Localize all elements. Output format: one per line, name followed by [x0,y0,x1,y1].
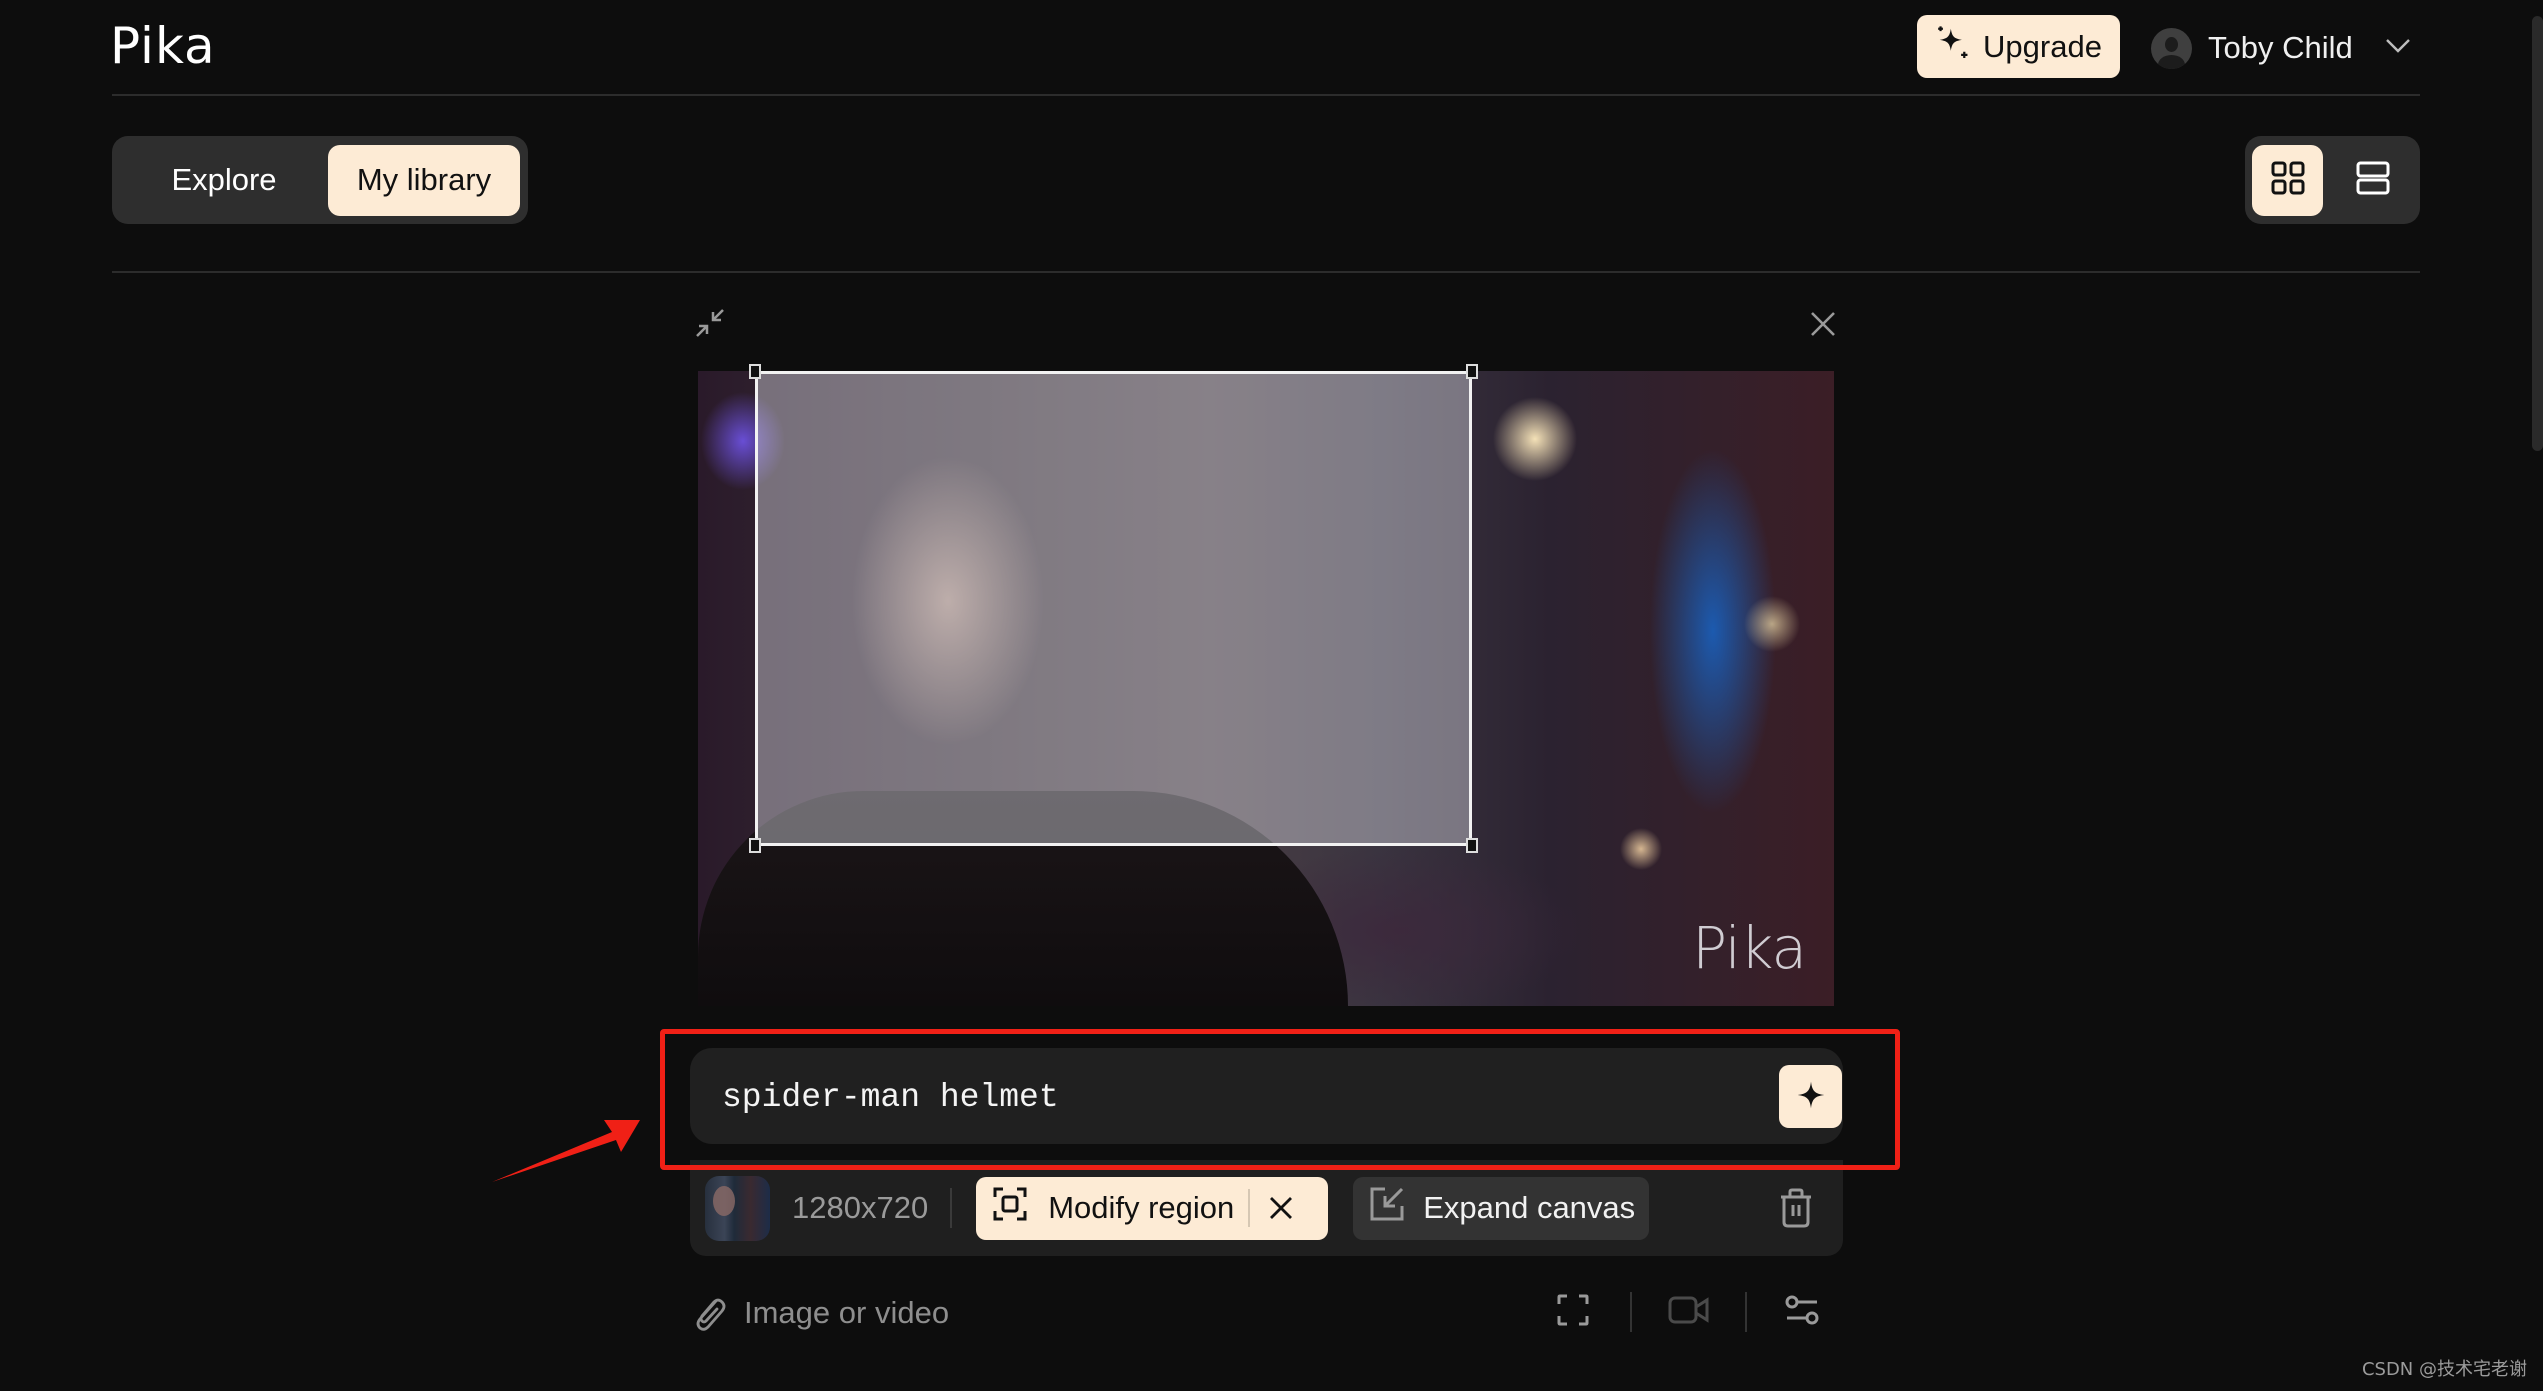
modify-region-label: Modify region [1048,1190,1235,1225]
close-button[interactable] [1805,308,1841,344]
frame-corners-icon [1556,1293,1590,1332]
modify-region-button[interactable]: Modify region [976,1176,1329,1240]
selection-handle-top-left[interactable] [749,364,761,379]
settings-button[interactable] [1784,1294,1820,1330]
chevron-down-icon [2385,38,2411,59]
action-separator [1630,1292,1632,1332]
annotation-arrow-icon [490,1110,640,1190]
sparkle-icon [1795,1079,1827,1114]
remove-modify-region-button[interactable] [1268,1195,1294,1221]
close-icon [1809,310,1837,343]
sparkles-icon [1935,24,1973,70]
region-selection[interactable] [755,371,1472,846]
tab-explore[interactable]: Explore [120,145,328,216]
action-separator [1745,1292,1747,1332]
pika-logo[interactable]: Pika [110,18,216,74]
attach-image-or-video[interactable]: Image or video [744,1295,949,1331]
sliders-icon [1785,1295,1819,1330]
modify-separator [1248,1189,1251,1227]
minimize-icon [692,305,728,346]
expand-icon [1369,1186,1405,1230]
close-icon [1270,1197,1293,1219]
user-avatar-icon [2151,27,2192,69]
trash-icon [1779,1188,1813,1233]
expand-canvas-label: Expand canvas [1423,1190,1636,1225]
library-tabs: Explore My library [112,136,528,224]
collapse-button[interactable] [690,305,730,345]
upgrade-button[interactable]: Upgrade [1917,15,2120,78]
grid-icon [2271,161,2305,200]
selection-handle-bottom-right[interactable] [1466,838,1478,853]
grid-view-button[interactable] [2252,144,2323,216]
delete-button[interactable] [1779,1188,1813,1233]
image-watermark: Pika [1692,914,1807,982]
toolbar-separator [950,1188,953,1228]
user-menu[interactable]: Toby Child [2151,20,2411,76]
aspect-ratio-button[interactable] [1555,1294,1591,1330]
user-name: Toby Child [2208,30,2353,65]
page-scrollbar[interactable] [2532,16,2543,451]
csdn-watermark: CSDN @技术宅老谢 [2361,1359,2527,1380]
view-toggle [2245,136,2420,224]
selection-handle-bottom-left[interactable] [749,838,761,853]
selection-handle-top-right[interactable] [1466,364,1478,379]
video-camera-icon [1668,1295,1710,1330]
frame-select-icon [992,1186,1028,1230]
video-button[interactable] [1668,1294,1710,1330]
content-divider [112,271,2420,273]
header-divider [112,94,2420,96]
list-view-button[interactable] [2337,145,2408,216]
edit-toolbar: 1280x720 Modify region Expand canvas [690,1160,1843,1256]
image-thumbnail[interactable] [705,1175,770,1241]
resolution-label: 1280x720 [792,1190,929,1225]
paperclip-icon[interactable] [690,1293,730,1333]
tab-my-library[interactable]: My library [328,144,520,216]
generate-button[interactable] [1779,1065,1842,1128]
rows-icon [2356,161,2390,200]
prompt-input[interactable] [720,1072,1724,1122]
expand-canvas-button[interactable]: Expand canvas [1353,1176,1650,1240]
upgrade-label: Upgrade [1983,28,2102,64]
prompt-box [690,1048,1843,1144]
